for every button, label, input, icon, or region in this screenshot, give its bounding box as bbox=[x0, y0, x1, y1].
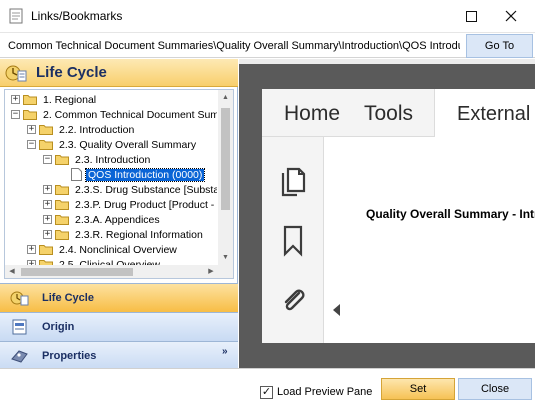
document-icon bbox=[71, 168, 82, 181]
expand-icon[interactable]: + bbox=[43, 215, 52, 224]
nav-properties-label: Properties bbox=[42, 350, 97, 362]
tree-node-label: 2. Common Technical Document Summ bbox=[43, 108, 217, 121]
path-text: Common Technical Document Summaries\Qual… bbox=[8, 40, 460, 52]
expand-icon[interactable]: + bbox=[43, 185, 52, 194]
tree-node[interactable]: − 2.3. Quality Overall Summary bbox=[27, 137, 198, 152]
tree-node-selected[interactable]: QOS Introduction (0000) bbox=[59, 167, 206, 182]
expand-icon[interactable]: + bbox=[43, 230, 52, 239]
close-button[interactable]: Close bbox=[458, 378, 532, 400]
collapse-icon[interactable]: − bbox=[11, 110, 20, 119]
folder-icon bbox=[55, 230, 69, 240]
tree-node[interactable]: +2.3.P. Drug Product [Product - bbox=[43, 197, 216, 212]
tree-node[interactable]: − 2. Common Technical Document Summ bbox=[11, 107, 217, 122]
collapse-icon[interactable]: − bbox=[27, 140, 36, 149]
tree-node[interactable]: +2.3.S. Drug Substance [Substa bbox=[43, 182, 217, 197]
folder-icon bbox=[55, 200, 69, 210]
scroll-left-icon[interactable]: ◀ bbox=[5, 265, 19, 278]
bookmark-tree[interactable]: +1. Regional − 2. Common Technical Documen… bbox=[4, 89, 234, 279]
folder-icon bbox=[55, 155, 69, 165]
title-bar: Links/Bookmarks bbox=[0, 0, 535, 32]
vertical-scroll-thumb[interactable] bbox=[221, 108, 230, 210]
tree-node-label: 2.3.S. Drug Substance [Substa bbox=[75, 183, 217, 196]
left-pane: Life Cycle +1. Regional − 2. Common Techni… bbox=[0, 59, 238, 370]
origin-icon bbox=[12, 319, 27, 335]
tree-node[interactable]: +2.2. Introduction bbox=[27, 122, 136, 137]
scroll-up-icon[interactable]: ▲ bbox=[218, 90, 233, 105]
folder-icon bbox=[39, 140, 53, 150]
nav-life-cycle-button[interactable]: Life Cycle bbox=[0, 283, 238, 312]
life-cycle-icon bbox=[10, 291, 29, 306]
expand-icon[interactable]: + bbox=[27, 125, 36, 134]
nav-origin-label: Origin bbox=[42, 321, 75, 333]
attachment-icon[interactable] bbox=[279, 283, 307, 315]
app-icon bbox=[9, 8, 23, 24]
nav-origin-button[interactable]: Origin bbox=[0, 312, 238, 341]
nav-properties-button[interactable]: Properties » bbox=[0, 341, 238, 370]
preview-pane: Home Tools External Quality Overall Summ… bbox=[239, 59, 535, 368]
properties-icon bbox=[11, 350, 28, 363]
nav-life-cycle-label: Life Cycle bbox=[42, 292, 94, 304]
tree-horizontal-scrollbar[interactable]: ◀ ▶ bbox=[5, 265, 218, 278]
close-icon bbox=[505, 10, 517, 22]
collapse-sidebar-icon[interactable] bbox=[333, 304, 341, 316]
window-title: Links/Bookmarks bbox=[31, 9, 123, 23]
tree-node-label: QOS Introduction (0000) bbox=[84, 167, 206, 182]
tree-node-label: 2.3. Introduction bbox=[75, 153, 151, 166]
scroll-down-icon[interactable]: ▼ bbox=[218, 250, 233, 265]
tree-node[interactable]: +2.4. Nonclinical Overview bbox=[27, 242, 179, 257]
tree-node-label: 1. Regional bbox=[43, 93, 97, 106]
life-cycle-title: Life Cycle bbox=[36, 64, 107, 81]
path-bar: Common Technical Document Summaries\Qual… bbox=[0, 32, 535, 58]
set-button[interactable]: Set bbox=[381, 378, 455, 400]
tree-vertical-scrollbar[interactable]: ▲ ▼ bbox=[218, 90, 233, 265]
pdf-viewer: Home Tools External Quality Overall Summ… bbox=[262, 89, 535, 343]
tab-home[interactable]: Home bbox=[284, 102, 340, 126]
tree-node[interactable]: − 2.3. Introduction bbox=[43, 152, 152, 167]
close-window-button[interactable] bbox=[492, 0, 530, 32]
maximize-button[interactable] bbox=[452, 0, 490, 32]
tab-tools[interactable]: Tools bbox=[364, 102, 413, 126]
go-to-button[interactable]: Go To bbox=[466, 34, 533, 58]
tree-node[interactable]: +2.5. Clinical Overview bbox=[27, 257, 162, 265]
tree-node-label: 2.3.P. Drug Product [Product - bbox=[75, 198, 215, 211]
collapse-icon[interactable]: − bbox=[43, 155, 52, 164]
tree-node-label: 2.2. Introduction bbox=[59, 123, 135, 136]
more-options-icon[interactable]: » bbox=[222, 346, 228, 357]
preview-top-strip bbox=[239, 59, 535, 64]
tree-viewport: +1. Regional − 2. Common Technical Documen… bbox=[5, 90, 217, 265]
tree-node[interactable]: +1. Regional bbox=[11, 92, 98, 107]
expand-icon[interactable]: + bbox=[43, 200, 52, 209]
load-preview-label: Load Preview Pane bbox=[277, 386, 373, 398]
tree-node-label: 2.3.R. Regional Information bbox=[75, 228, 203, 241]
folder-icon bbox=[55, 215, 69, 225]
folder-icon bbox=[39, 245, 53, 255]
folder-icon bbox=[55, 185, 69, 195]
tree-node[interactable]: +2.3.R. Regional Information bbox=[43, 227, 205, 242]
tab-external[interactable]: External bbox=[434, 89, 535, 137]
life-cycle-header: Life Cycle bbox=[0, 59, 238, 87]
bookmark-icon[interactable] bbox=[279, 225, 307, 257]
folder-icon bbox=[39, 125, 53, 135]
scroll-right-icon[interactable]: ▶ bbox=[204, 265, 218, 278]
pages-icon[interactable] bbox=[279, 167, 307, 199]
scrollbar-corner bbox=[218, 265, 233, 278]
expand-icon[interactable]: + bbox=[11, 95, 20, 104]
horizontal-scroll-thumb[interactable] bbox=[21, 268, 133, 276]
viewer-sidebar bbox=[262, 137, 324, 343]
viewer-toolbar: Home Tools External bbox=[262, 89, 535, 137]
expand-icon[interactable]: + bbox=[27, 245, 36, 254]
tree-node[interactable]: +2.3.A. Appendices bbox=[43, 212, 162, 227]
life-cycle-icon bbox=[5, 65, 27, 82]
footer-bar: ✓ Load Preview Pane Set Close bbox=[0, 368, 535, 404]
maximize-icon bbox=[465, 10, 477, 22]
tree-node-label: 2.4. Nonclinical Overview bbox=[59, 243, 177, 256]
tree-node-label: 2.3. Quality Overall Summary bbox=[59, 138, 197, 151]
folder-icon bbox=[23, 110, 37, 120]
folder-icon bbox=[23, 95, 37, 105]
tree-node-label: 2.3.A. Appendices bbox=[75, 213, 160, 226]
load-preview-checkbox[interactable]: ✓ bbox=[260, 386, 273, 399]
document-heading: Quality Overall Summary - Introduction bbox=[366, 207, 535, 221]
